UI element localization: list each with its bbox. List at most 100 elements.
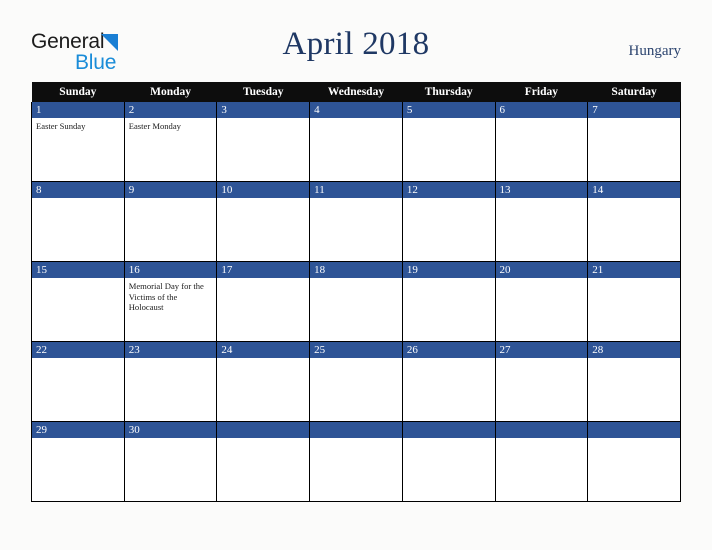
weekday-header-monday: Monday bbox=[124, 82, 217, 102]
day-events: Easter Sunday bbox=[32, 118, 124, 181]
weekday-header-tuesday: Tuesday bbox=[216, 82, 310, 102]
weekday-header-sunday: Sunday bbox=[31, 82, 125, 102]
calendar-grid: Sunday Monday Tuesday Wednesday Thursday… bbox=[31, 82, 681, 502]
day-events bbox=[310, 358, 402, 421]
calendar-day-cell[interactable] bbox=[401, 421, 496, 502]
calendar-day-cell[interactable]: 18 bbox=[309, 261, 403, 342]
calendar-day-cell[interactable]: 2 Easter Monday bbox=[123, 102, 218, 182]
day-events bbox=[588, 278, 680, 341]
day-events bbox=[496, 278, 588, 341]
calendar-body: 1 Easter Sunday 2 Easter Monday 3 4 5 6 7 8 9 10 11 1… bbox=[31, 102, 681, 502]
calendar-week-row: 22 23 24 25 26 27 28 bbox=[31, 341, 681, 422]
day-events bbox=[32, 278, 124, 341]
day-number: 1 bbox=[32, 102, 124, 118]
calendar-week-row: 8 9 10 11 12 13 14 bbox=[31, 181, 681, 262]
day-events bbox=[125, 358, 217, 421]
day-number: 30 bbox=[124, 422, 217, 438]
calendar-day-cell[interactable] bbox=[216, 421, 311, 502]
day-events bbox=[217, 278, 309, 341]
day-number: 9 bbox=[124, 182, 217, 198]
calendar-day-cell[interactable]: 10 bbox=[216, 181, 311, 262]
calendar-day-cell[interactable]: 23 bbox=[123, 341, 218, 422]
day-number: 27 bbox=[495, 342, 588, 358]
day-events: Memorial Day for the Victims of the Holo… bbox=[125, 278, 217, 341]
calendar-day-cell[interactable]: 14 bbox=[587, 181, 681, 262]
calendar-day-cell[interactable]: 9 bbox=[123, 181, 218, 262]
calendar-day-cell[interactable]: 21 bbox=[587, 261, 681, 342]
calendar-day-cell[interactable]: 6 bbox=[494, 102, 589, 182]
day-events bbox=[403, 358, 495, 421]
day-events: Easter Monday bbox=[125, 118, 217, 181]
day-number bbox=[588, 422, 680, 438]
day-number: 25 bbox=[310, 342, 402, 358]
day-number: 5 bbox=[402, 102, 495, 118]
calendar-day-cell[interactable] bbox=[309, 421, 403, 502]
day-number bbox=[495, 422, 588, 438]
day-number: 26 bbox=[402, 342, 495, 358]
calendar-day-cell[interactable]: 8 bbox=[31, 181, 125, 262]
calendar-day-cell[interactable]: 25 bbox=[309, 341, 403, 422]
day-number: 21 bbox=[588, 262, 680, 278]
day-number bbox=[217, 422, 310, 438]
day-events bbox=[32, 198, 124, 261]
day-number bbox=[310, 422, 402, 438]
day-events bbox=[403, 278, 495, 341]
calendar-day-cell[interactable]: 17 bbox=[216, 261, 311, 342]
day-events bbox=[310, 118, 402, 181]
calendar-day-cell[interactable]: 20 bbox=[494, 261, 589, 342]
weekday-header-wednesday: Wednesday bbox=[309, 82, 403, 102]
day-number: 6 bbox=[495, 102, 588, 118]
day-number: 8 bbox=[32, 182, 124, 198]
day-events bbox=[310, 438, 402, 501]
page-title: April 2018 bbox=[282, 26, 430, 62]
calendar-day-cell[interactable]: 24 bbox=[216, 341, 311, 422]
calendar-week-row: 29 30 bbox=[31, 421, 681, 502]
calendar-day-cell[interactable]: 30 bbox=[123, 421, 218, 502]
calendar-day-cell[interactable]: 29 bbox=[31, 421, 125, 502]
calendar-day-cell[interactable]: 15 bbox=[31, 261, 125, 342]
calendar-day-cell[interactable]: 12 bbox=[401, 181, 496, 262]
calendar-day-cell[interactable]: 19 bbox=[401, 261, 496, 342]
calendar-day-cell[interactable]: 11 bbox=[309, 181, 403, 262]
calendar-week-row: 15 16 Memorial Day for the Victims of the … bbox=[31, 261, 681, 342]
day-events bbox=[496, 358, 588, 421]
calendar-day-cell[interactable]: 7 bbox=[587, 102, 681, 182]
day-events bbox=[496, 438, 588, 501]
day-events bbox=[125, 438, 217, 501]
day-event-label: Memorial Day for the Victims of the Holo… bbox=[128, 281, 204, 312]
day-events bbox=[403, 198, 495, 261]
day-number: 4 bbox=[310, 102, 402, 118]
day-number: 12 bbox=[402, 182, 495, 198]
day-event-label: Easter Monday bbox=[128, 121, 181, 131]
day-number: 22 bbox=[32, 342, 124, 358]
weekday-header-friday: Friday bbox=[495, 82, 588, 102]
calendar-day-cell[interactable]: 26 bbox=[401, 341, 496, 422]
calendar-day-cell[interactable]: 13 bbox=[494, 181, 589, 262]
calendar-day-cell[interactable]: 22 bbox=[31, 341, 125, 422]
day-events bbox=[588, 358, 680, 421]
day-number: 7 bbox=[588, 102, 680, 118]
calendar-day-cell[interactable] bbox=[494, 421, 589, 502]
day-events bbox=[496, 118, 588, 181]
weekday-header-saturday: Saturday bbox=[587, 82, 681, 102]
calendar-day-cell[interactable]: 28 bbox=[587, 341, 681, 422]
calendar-day-cell[interactable]: 27 bbox=[494, 341, 589, 422]
calendar-day-cell[interactable] bbox=[587, 421, 681, 502]
day-number: 2 bbox=[124, 102, 217, 118]
calendar-day-cell[interactable]: 4 bbox=[309, 102, 403, 182]
day-events bbox=[588, 438, 680, 501]
day-event-label: Easter Sunday bbox=[36, 121, 86, 131]
calendar-day-cell[interactable]: 5 bbox=[401, 102, 496, 182]
day-number: 20 bbox=[495, 262, 588, 278]
weekday-header-thursday: Thursday bbox=[402, 82, 496, 102]
day-number: 19 bbox=[402, 262, 495, 278]
calendar-day-cell[interactable]: 16 Memorial Day for the Victims of the Ho… bbox=[123, 261, 218, 342]
day-number: 29 bbox=[32, 422, 124, 438]
calendar-week-row: 1 Easter Sunday 2 Easter Monday 3 4 5 6 7 bbox=[31, 102, 681, 182]
day-number: 3 bbox=[217, 102, 310, 118]
day-events bbox=[403, 438, 495, 501]
calendar-day-cell[interactable]: 1 Easter Sunday bbox=[31, 102, 125, 182]
day-events bbox=[217, 438, 309, 501]
calendar-day-cell[interactable]: 3 bbox=[216, 102, 311, 182]
day-events bbox=[310, 198, 402, 261]
